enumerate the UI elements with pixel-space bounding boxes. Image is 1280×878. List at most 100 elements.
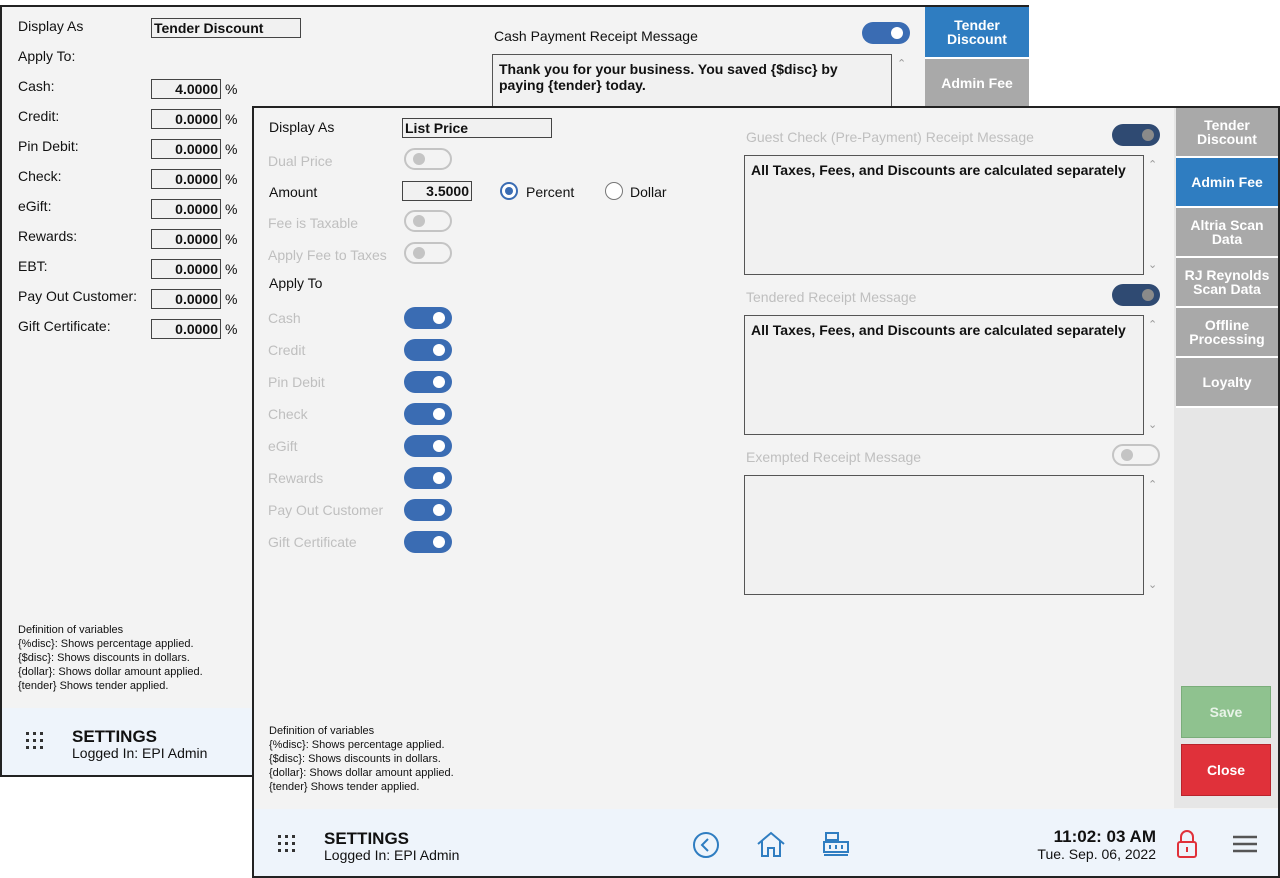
percent-label: Percent [526,184,575,200]
scroll-down-icon[interactable]: ⌄ [1148,418,1157,431]
dollar-radio[interactable] [605,182,623,200]
register-icon[interactable] [822,830,850,858]
percent-unit-label: % [225,111,238,127]
front-settings-window: Display As List Price Dual Price Amount … [252,106,1280,878]
scroll-up-icon[interactable]: ⌃ [897,57,906,70]
apply-to-label: Apply To: [18,48,76,64]
close-button[interactable]: Close [1181,744,1271,796]
apply-row-label: Rewards: [18,228,78,244]
tendered-label: Tendered Receipt Message [746,289,917,305]
apply-to-item-toggle[interactable] [404,307,452,329]
nav-admin-fee[interactable]: Admin Fee [1176,158,1278,208]
guest-check-label: Guest Check (Pre-Payment) Receipt Messag… [746,129,1034,145]
apply-to-item-toggle[interactable] [404,435,452,457]
clock-date: Tue. Sep. 06, 2022 [1037,846,1156,862]
scroll-down-icon[interactable]: ⌄ [1148,258,1157,271]
apply-to-item-toggle[interactable] [404,403,452,425]
cash-receipt-label: Cash Payment Receipt Message [494,28,698,44]
hamburger-menu-icon[interactable] [1232,834,1258,854]
lock-icon[interactable] [1176,829,1198,859]
apply-to-item-label: Check [268,406,308,422]
percent-radio[interactable] [500,182,518,200]
percent-unit-label: % [225,141,238,157]
apply-to-item-label: Cash [268,310,301,326]
tendered-message[interactable]: All Taxes, Fees, and Discounts are calcu… [744,315,1144,435]
apply-to-item-label: Pin Debit [268,374,325,390]
apply-row-label: EBT: [18,258,48,274]
apply-to-item-toggle[interactable] [404,339,452,361]
percent-unit-label: % [225,291,238,307]
apply-row-percent-input[interactable]: 0.0000 [151,319,221,339]
dual-price-toggle[interactable] [404,148,452,170]
scroll-up-icon[interactable]: ⌃ [1148,478,1157,491]
nav-loyalty[interactable]: Loyalty [1176,358,1278,408]
apply-row-label: Gift Certificate: [18,318,111,334]
cash-receipt-toggle[interactable] [862,22,910,44]
guest-check-toggle[interactable] [1112,124,1160,146]
nav-tender-discount[interactable]: Tender Discount [1176,108,1278,158]
tendered-toggle[interactable] [1112,284,1160,306]
apply-to-item-toggle[interactable] [404,499,452,521]
apply-row-percent-input[interactable]: 0.0000 [151,169,221,189]
display-as-input[interactable]: Tender Discount [151,18,301,38]
nav-rj-reynolds-scan-data[interactable]: RJ Reynolds Scan Data [1176,258,1278,308]
exempted-toggle[interactable] [1112,444,1160,466]
nav-offline-processing[interactable]: Offline Processing [1176,308,1278,358]
app-grid-icon[interactable] [26,732,44,750]
apply-row-percent-input[interactable]: 0.0000 [151,199,221,219]
apply-row-label: eGift: [18,198,52,214]
save-button[interactable]: Save [1181,686,1271,738]
apply-to-item-label: Pay Out Customer [268,502,384,518]
apply-to-item-toggle[interactable] [404,531,452,553]
back-footer: SETTINGS Logged In: EPI Admin [2,708,254,775]
percent-unit-label: % [225,81,238,97]
display-as-label: Display As [269,119,335,135]
scroll-down-icon[interactable]: ⌄ [1148,578,1157,591]
apply-to-item-label: Credit [268,342,306,358]
apply-row-percent-input[interactable]: 0.0000 [151,289,221,309]
apply-to-item-toggle[interactable] [404,467,452,489]
percent-unit-label: % [225,171,238,187]
apply-to-item-toggle[interactable] [404,371,452,393]
apply-fee-taxes-toggle[interactable] [404,242,452,264]
front-footer: SETTINGS Logged In: EPI Admin 11:02: 03 … [254,809,1278,876]
apply-row-label: Pin Debit: [18,138,79,154]
apply-row-label: Check: [18,168,62,184]
dollar-label: Dollar [630,184,667,200]
display-as-label: Display As [18,18,84,34]
percent-unit-label: % [225,201,238,217]
clock-time: 11:02: 03 AM [1053,827,1156,846]
dual-price-label: Dual Price [268,153,333,169]
amount-label: Amount [269,184,318,200]
display-as-input[interactable]: List Price [402,118,552,138]
footer-user: Logged In: EPI Admin [72,745,208,761]
apply-row-percent-input[interactable]: 4.0000 [151,79,221,99]
apply-row-percent-input[interactable]: 0.0000 [151,259,221,279]
guest-check-message[interactable]: All Taxes, Fees, and Discounts are calcu… [744,155,1144,275]
apply-row-percent-input[interactable]: 0.0000 [151,229,221,249]
exempted-message[interactable] [744,475,1144,595]
back-nav-admin-fee[interactable]: Admin Fee [925,59,1029,109]
back-definitions: Definition of variables {%disc}: Shows p… [18,624,203,692]
app-grid-icon[interactable] [278,835,296,853]
back-nav-tender-discount[interactable]: Tender Discount [925,7,1029,59]
percent-unit-label: % [225,321,238,337]
scroll-up-icon[interactable]: ⌃ [1148,158,1157,171]
footer-title: SETTINGS [72,727,158,746]
apply-to-label: Apply To [269,275,323,291]
percent-unit-label: % [225,231,238,247]
fee-taxable-toggle[interactable] [404,210,452,232]
back-circle-icon[interactable] [692,831,720,859]
amount-input[interactable]: 3.5000 [402,181,472,201]
scroll-up-icon[interactable]: ⌃ [1148,318,1157,331]
apply-row-percent-input[interactable]: 0.0000 [151,109,221,129]
nav-altria-scan-data[interactable]: Altria Scan Data [1176,208,1278,258]
front-definitions: Definition of variables {%disc}: Shows p… [269,725,454,793]
fee-taxable-label: Fee is Taxable [268,215,359,231]
cash-receipt-message[interactable]: Thank you for your business. You saved {… [492,54,892,114]
apply-row-percent-input[interactable]: 0.0000 [151,139,221,159]
percent-unit-label: % [225,261,238,277]
apply-fee-taxes-label: Apply Fee to Taxes [268,247,387,263]
footer-user: Logged In: EPI Admin [324,847,460,863]
home-icon[interactable] [756,830,786,858]
